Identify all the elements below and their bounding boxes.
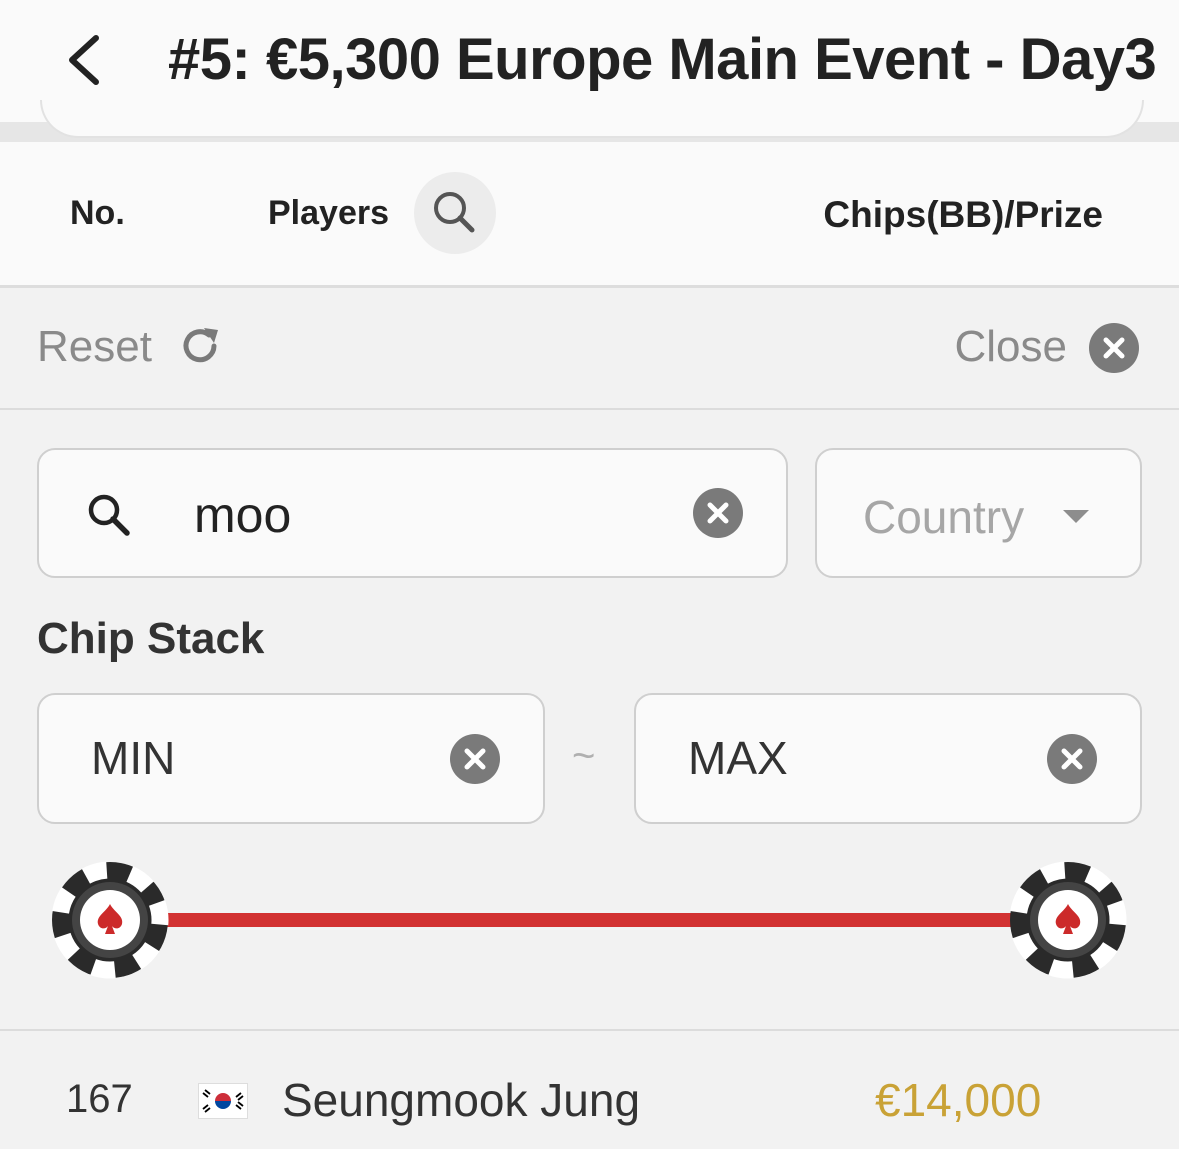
close-button[interactable]: Close xyxy=(955,322,1068,372)
player-rank: 167 xyxy=(66,1077,133,1121)
min-chip-input[interactable]: MIN xyxy=(37,693,545,824)
min-placeholder: MIN xyxy=(91,732,176,784)
column-chips-prize: Chips(BB)/Prize xyxy=(823,194,1103,235)
filter-bar: Reset Close xyxy=(0,288,1179,410)
max-chip-input[interactable]: MAX xyxy=(634,693,1142,824)
slider-track[interactable] xyxy=(110,913,1070,927)
card-edge xyxy=(40,100,1144,138)
country-select[interactable]: Country xyxy=(815,448,1142,578)
close-icon[interactable] xyxy=(1089,323,1139,373)
player-search-button[interactable] xyxy=(414,172,496,254)
back-arrow-icon[interactable] xyxy=(62,30,112,90)
search-input[interactable]: moo xyxy=(37,448,788,578)
max-slider-handle-chip-icon[interactable] xyxy=(1008,860,1128,980)
refresh-icon[interactable] xyxy=(178,324,222,368)
search-icon xyxy=(88,494,130,536)
player-name: Seungmook Jung xyxy=(282,1074,641,1126)
column-no: No. xyxy=(70,194,125,232)
player-prize: €14,000 xyxy=(875,1074,1042,1126)
clear-min-icon[interactable] xyxy=(450,734,500,784)
page-title: #5: €5,300 Europe Main Event - Day3 xyxy=(168,27,1157,92)
country-placeholder: Country xyxy=(863,491,1025,543)
clear-max-icon[interactable] xyxy=(1047,734,1097,784)
clear-search-icon[interactable] xyxy=(693,488,743,538)
reset-button[interactable]: Reset xyxy=(37,322,152,372)
column-header: No. Players Chips(BB)/Prize xyxy=(0,142,1179,288)
search-value[interactable]: moo xyxy=(194,486,291,544)
column-players: Players xyxy=(268,194,389,232)
range-separator: ~ xyxy=(572,734,596,778)
chevron-down-icon xyxy=(1063,510,1089,523)
min-slider-handle-chip-icon[interactable] xyxy=(50,860,170,980)
max-placeholder: MAX xyxy=(688,732,788,784)
search-icon xyxy=(434,192,475,233)
chip-stack-label: Chip Stack xyxy=(37,614,265,663)
table-row[interactable]: 167 Seungmook Jung €14,000 xyxy=(0,1031,1179,1149)
south-korea-flag-icon xyxy=(198,1083,248,1119)
